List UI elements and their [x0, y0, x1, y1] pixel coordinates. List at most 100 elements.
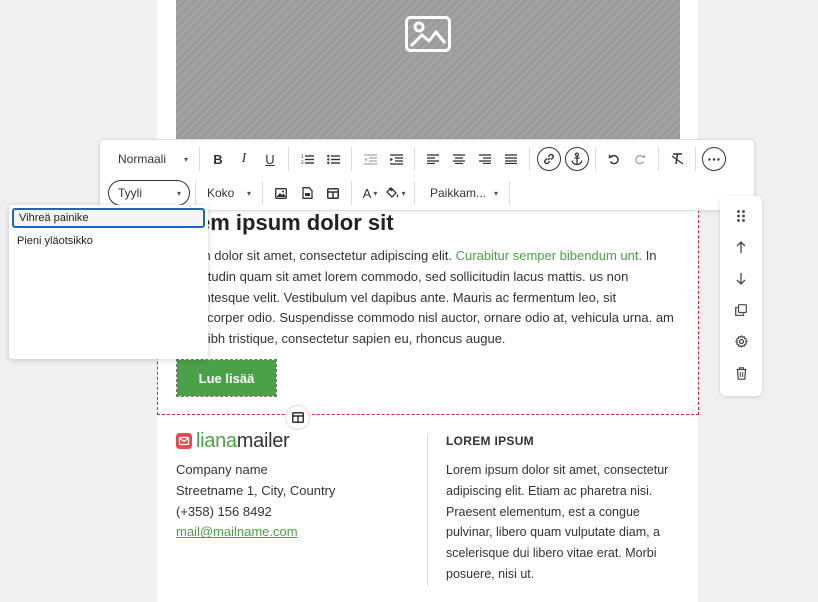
anchor-icon [571, 152, 583, 166]
redo-button[interactable] [627, 146, 653, 172]
font-size-dropdown[interactable]: Koko ▾ [201, 180, 257, 206]
align-justify-icon [505, 154, 517, 164]
paragraph-green-text: Curabitur semper bibendum unt. [455, 248, 643, 263]
block-settings-button[interactable] [731, 331, 751, 351]
insert-file-button[interactable] [294, 180, 320, 206]
clear-formatting-icon [671, 153, 683, 165]
arrow-up-icon [736, 241, 746, 253]
toolbar-divider [529, 147, 530, 171]
outdent-icon [363, 153, 377, 165]
toolbar-divider [262, 181, 263, 205]
delete-block-button[interactable] [731, 363, 751, 383]
toolbar-divider [595, 147, 596, 171]
align-right-button[interactable] [472, 146, 498, 172]
phone-number: (+358) 156 8492 [176, 503, 272, 519]
toolbar-divider [695, 147, 696, 171]
chevron-down-icon: ▾ [246, 188, 251, 198]
placeholder-dropdown[interactable]: Paikkam... ▾ [424, 180, 504, 206]
clear-formatting-button[interactable] [664, 146, 690, 172]
footer-body-text: Lorem ipsum dolor sit amet, consectetur … [446, 463, 669, 581]
toolbar-divider [199, 147, 200, 171]
more-options-button[interactable] [701, 146, 727, 172]
insert-link-button[interactable] [536, 146, 562, 172]
numbered-list-icon: 12 [301, 154, 314, 165]
align-center-button[interactable] [446, 146, 472, 172]
footer-text-column: LOREM IPSUM Lorem ipsum dolor sit amet, … [446, 434, 686, 585]
svg-text:2: 2 [301, 160, 304, 165]
paragraph-format-dropdown[interactable]: Normaali ▾ [112, 146, 194, 172]
italic-button[interactable]: I [231, 146, 257, 172]
align-justify-button[interactable] [498, 146, 524, 172]
block-actions-panel [720, 196, 762, 396]
text-color-icon: A [362, 185, 372, 201]
paragraph-format-label: Normaali [118, 152, 167, 166]
toolbar-divider [658, 147, 659, 171]
footer-heading: LOREM IPSUM [446, 434, 534, 448]
drag-handle-button[interactable] [731, 206, 751, 226]
block-type-handle[interactable] [285, 405, 310, 430]
move-down-button[interactable] [731, 269, 751, 289]
redo-icon [635, 154, 646, 165]
chevron-down-icon: ▾ [183, 154, 188, 164]
trash-icon [736, 366, 746, 380]
street-address: Streetname 1, City, Country [176, 482, 336, 498]
email-link[interactable]: mail@mailname.com [176, 522, 416, 543]
font-size-label: Koko [207, 186, 235, 200]
style-dropdown-menu: Vihreä painike Pieni yläotsikko [9, 205, 208, 359]
chevron-down-icon: ▾ [401, 188, 406, 198]
drag-handle-icon [737, 210, 745, 222]
style-dropdown-label: Tyyli [118, 186, 142, 200]
indent-icon [389, 153, 403, 165]
rich-text-toolbar: Normaali ▾ B I U 12 Tyyli ▾ Koko ▾ A ▾ ▾… [99, 139, 755, 211]
move-up-button[interactable] [731, 237, 751, 257]
insert-image-button[interactable] [268, 180, 294, 206]
logo-text-mailer: mailer [236, 429, 290, 452]
read-more-button[interactable]: Lue lisää [176, 359, 277, 397]
toolbar-divider [351, 181, 352, 205]
image-block[interactable] [176, 0, 680, 140]
table-icon [291, 412, 304, 423]
block-paragraph[interactable]: ipsum dolor sit amet, consectetur adipis… [176, 246, 684, 350]
numbered-list-button[interactable]: 12 [294, 146, 320, 172]
svg-text:1: 1 [301, 154, 304, 160]
more-horizontal-icon [708, 157, 720, 161]
menu-item-green-button[interactable]: Vihreä painike [12, 208, 205, 228]
style-dropdown[interactable]: Tyyli ▾ [108, 180, 190, 206]
outdent-button[interactable] [357, 146, 383, 172]
paint-bucket-icon [386, 187, 399, 198]
undo-icon [608, 154, 619, 165]
block-title[interactable]: orem ipsum dolor sit [176, 210, 394, 236]
toolbar-divider [509, 181, 510, 205]
lianamailer-logo: lianamailer [176, 430, 416, 452]
background-color-button[interactable]: ▾ [383, 180, 409, 206]
footer-contact-column: lianamailer Company name Streetname 1, C… [176, 430, 416, 543]
align-left-icon [427, 154, 439, 164]
indent-button[interactable] [383, 146, 409, 172]
insert-table-button[interactable] [320, 180, 346, 206]
arrow-down-icon [736, 273, 746, 285]
paragraph-text-1: ipsum dolor sit amet, consectetur adipis… [176, 248, 456, 263]
toolbar-divider [195, 181, 196, 205]
bullet-list-button[interactable] [320, 146, 346, 172]
gear-icon [734, 334, 748, 348]
menu-item-small-subheading[interactable]: Pieni yläotsikko [12, 231, 205, 251]
align-center-icon [453, 154, 465, 164]
image-icon [275, 187, 287, 199]
bold-button[interactable]: B [205, 146, 231, 172]
toolbar-divider [414, 181, 415, 205]
chevron-down-icon: ▾ [494, 188, 499, 198]
company-name: Company name [176, 462, 268, 477]
insert-anchor-button[interactable] [564, 146, 590, 172]
align-right-icon [479, 154, 491, 164]
text-color-button[interactable]: A ▾ [357, 180, 383, 206]
bullet-list-icon [326, 154, 340, 164]
underline-button[interactable]: U [257, 146, 283, 172]
logo-text-liana: liana [196, 429, 237, 452]
mail-logo-icon [176, 433, 192, 449]
toolbar-divider [288, 147, 289, 171]
align-left-button[interactable] [420, 146, 446, 172]
file-icon [301, 187, 313, 199]
chevron-down-icon: ▾ [176, 188, 181, 198]
undo-button[interactable] [601, 146, 627, 172]
duplicate-block-button[interactable] [731, 300, 751, 320]
